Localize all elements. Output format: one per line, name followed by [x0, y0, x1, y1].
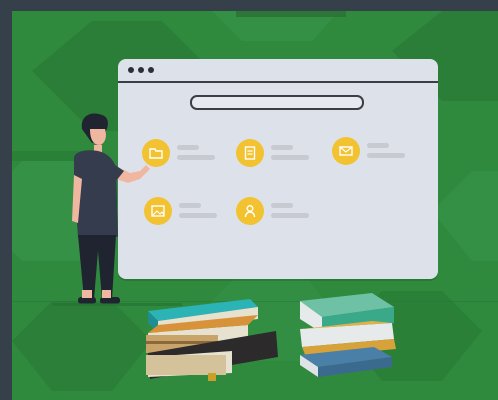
illustration-frame — [0, 0, 498, 400]
right-book-stack — [300, 293, 396, 377]
book-stacks — [146, 293, 396, 381]
left-book-stack — [146, 299, 278, 381]
illustration-scene — [12, 11, 498, 400]
